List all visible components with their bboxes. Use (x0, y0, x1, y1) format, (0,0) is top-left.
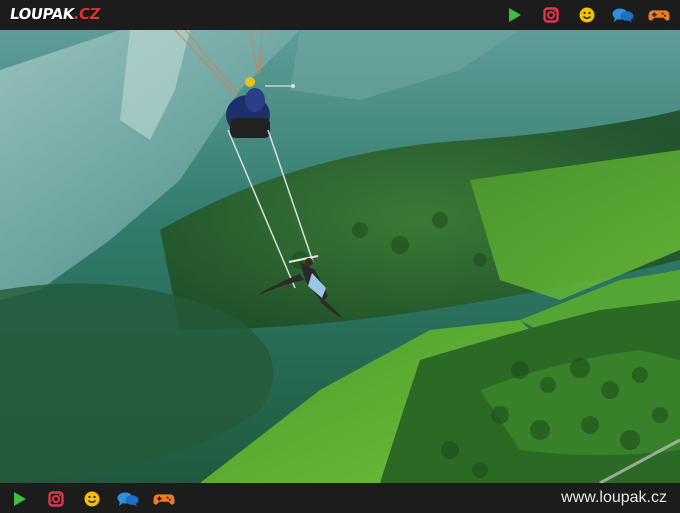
page-frame: LOUPAK .CZ www.loupak.cz (0, 0, 680, 513)
smiley-icon[interactable] (576, 5, 598, 25)
play-icon[interactable] (9, 489, 31, 509)
play-icon[interactable] (504, 5, 526, 25)
bottom-icon-bar (9, 489, 175, 509)
gamepad-icon[interactable] (648, 5, 670, 25)
instagram-icon[interactable] (45, 489, 67, 509)
smiley-icon[interactable] (81, 489, 103, 509)
logo-tld: .CZ (72, 5, 102, 23)
main-photo (0, 30, 680, 483)
chat-icon[interactable] (117, 489, 139, 509)
site-url[interactable]: www.loupak.cz (561, 489, 667, 507)
gamepad-icon[interactable] (153, 489, 175, 509)
top-icon-bar (504, 5, 670, 25)
chat-icon[interactable] (612, 5, 634, 25)
site-logo[interactable]: LOUPAK .CZ (9, 5, 101, 23)
logo-text: LOUPAK (8, 5, 76, 23)
bottom-bar: www.loupak.cz (0, 483, 680, 513)
top-bar: LOUPAK .CZ (0, 0, 680, 30)
paragliding-photo (0, 30, 680, 483)
instagram-icon[interactable] (540, 5, 562, 25)
